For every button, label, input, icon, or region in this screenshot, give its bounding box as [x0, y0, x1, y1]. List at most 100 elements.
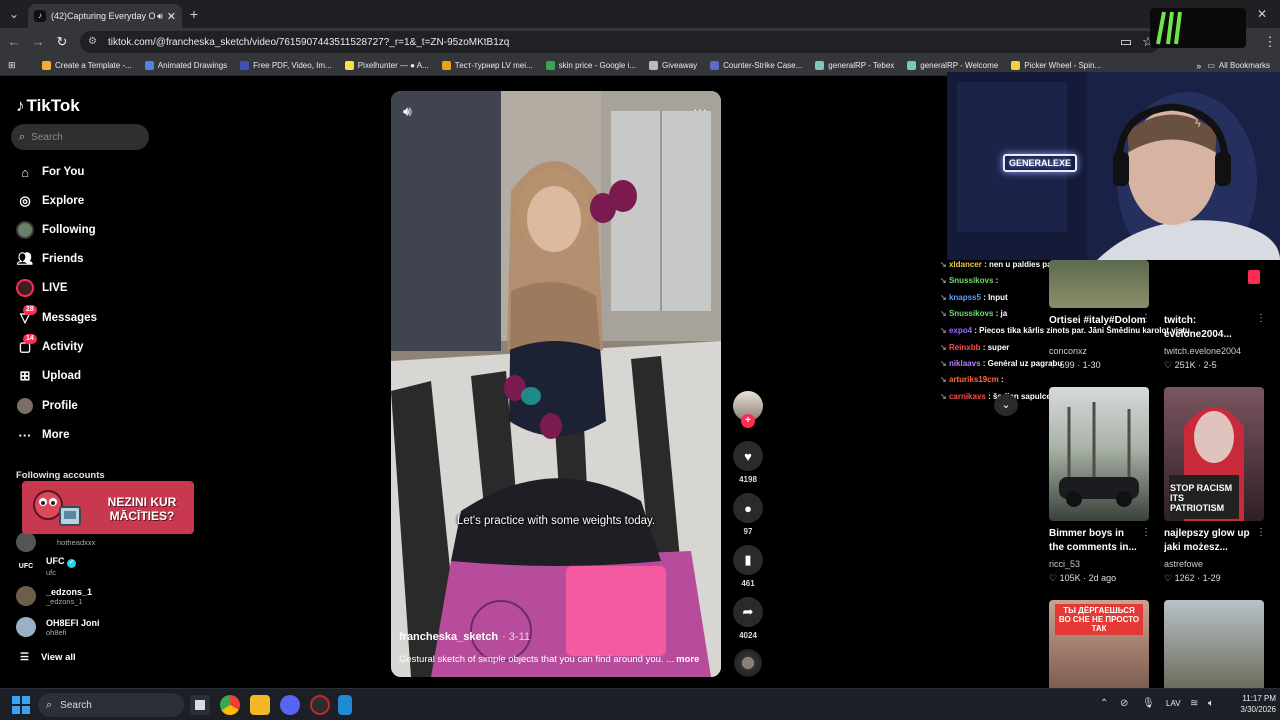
nav-friends[interactable]: 👥︎ Friends	[16, 249, 84, 269]
bookmark-item[interactable]: Animated Drawings	[144, 61, 227, 70]
card-title-ortisei[interactable]: Ortisei #italy#Dolomit#...	[1049, 314, 1145, 328]
nav-activity[interactable]: ▢ 14 Activity	[16, 334, 84, 357]
video-options-icon[interactable]: ···	[693, 101, 707, 117]
bookmark-item[interactable]: generalRP - Welcome	[907, 61, 998, 70]
video-author[interactable]: francheska_sketch · 3-11	[399, 631, 530, 643]
card-title-glowup[interactable]: najlepszy glow up jaki możesz...	[1164, 527, 1256, 557]
scroll-down-chevron-icon[interactable]: ⌄	[994, 394, 1018, 416]
taskbar-search[interactable]: ⌕ Search	[38, 693, 184, 717]
volume-tray-icon[interactable]: 🔈︎	[1208, 698, 1214, 709]
card-user-bimmer[interactable]: ricci_53	[1049, 559, 1080, 569]
nav-live[interactable]: LIVE	[16, 278, 68, 298]
svg-text:ϟ: ϟ	[1195, 118, 1201, 130]
file-explorer-icon[interactable]	[250, 695, 270, 715]
cast-icon[interactable]: ▭	[1118, 34, 1134, 50]
microphone-icon[interactable]: 🎙︎	[1142, 698, 1155, 709]
volume-icon[interactable]: 🔊︎	[403, 103, 412, 120]
browser-tab-active[interactable]: ♪ (42)Capturing Everyday Obj 🔊︎ ✕	[28, 4, 182, 28]
browser-menu-icon[interactable]: ⋮	[1262, 34, 1278, 50]
speaker-icon[interactable]: 🔊︎	[157, 11, 163, 22]
bookmark-item[interactable]: Counter-Strike Case...	[710, 61, 802, 70]
account-ufc[interactable]: UFC UFC ✓ ufc	[16, 556, 77, 577]
nav-following[interactable]: Following	[16, 220, 96, 240]
tab-search-chevron-icon[interactable]: ⌄	[6, 6, 22, 22]
chat-username[interactable]: knapss5	[949, 293, 981, 302]
back-icon[interactable]: ←	[6, 34, 22, 50]
card-options-icon[interactable]: ⋮	[1141, 527, 1151, 538]
account-oh8efi[interactable]: OH8EFI Joni oh8efi	[16, 617, 100, 637]
account-edzons[interactable]: _edzons_1 _edzons_1	[16, 586, 92, 606]
more-link[interactable]: more	[676, 654, 699, 665]
chat-username[interactable]: niklaavs	[949, 359, 981, 368]
address-bar[interactable]: ⚙ tiktok.com/@francheska_sketch/video/76…	[80, 31, 1160, 53]
thumb-evelone[interactable]	[1164, 260, 1264, 308]
card-title-evelone[interactable]: twitch: evelone2004...	[1164, 314, 1256, 342]
ad-overlay[interactable]: NEZINI KUR MĀCĪTIES?	[22, 481, 194, 534]
video-player[interactable]: 🔊︎ ··· Let's practice with some weights …	[391, 91, 721, 677]
bookmark-item[interactable]: Create a Template -...	[42, 61, 132, 70]
wifi-icon[interactable]: ≋	[1190, 698, 1198, 709]
discord-icon[interactable]	[280, 695, 300, 715]
chat-username[interactable]: xldancer	[949, 260, 982, 269]
bookmark-item[interactable]: skin price - Google i...	[545, 61, 636, 70]
bookmark-item[interactable]: Free PDF, Video, Im...	[240, 61, 332, 70]
tray-network-off-icon[interactable]: ⊘	[1120, 698, 1128, 709]
thumb-ortisei[interactable]	[1049, 260, 1149, 308]
bookmark-item[interactable]: Pixelhunter — ● A...	[344, 61, 429, 70]
card-user-ortisei[interactable]: conconxz	[1049, 346, 1087, 356]
all-bookmarks[interactable]: ▭ All Bookmarks	[1207, 61, 1270, 70]
obs-icon[interactable]	[310, 695, 330, 715]
site-info-icon[interactable]: ⚙	[88, 36, 100, 48]
bookmark-item[interactable]: Тест-турнир LV mei...	[441, 61, 533, 70]
follow-plus-icon[interactable]: +	[741, 414, 755, 428]
chat-username[interactable]: expo4	[949, 326, 972, 335]
tray-chevron-icon[interactable]: ⌃	[1100, 698, 1108, 709]
language-indicator[interactable]: LAV	[1166, 699, 1181, 708]
nav-messages[interactable]: ▽ 28 Messages	[16, 305, 97, 328]
card-title-bimmer[interactable]: Bimmer boys in the comments in...	[1049, 527, 1141, 557]
card-options-icon[interactable]: ⋮	[1256, 313, 1266, 324]
save-button[interactable]: ▮ 461	[733, 545, 763, 588]
like-button[interactable]: ♥ 4198	[733, 441, 763, 484]
account-hotheadxxx[interactable]: hotheadxxx	[16, 532, 95, 552]
view-all-link[interactable]: ☰ View all	[20, 652, 76, 663]
share-button[interactable]: ➦ 4024	[733, 597, 763, 640]
chat-username[interactable]: Snussikovs	[949, 276, 993, 285]
chat-username[interactable]: Snussikovs	[949, 309, 993, 318]
bookmarks-overflow-icon[interactable]: »	[1196, 61, 1201, 71]
card-user-glowup[interactable]: astrefowe	[1164, 559, 1203, 569]
bookmark-item[interactable]: Picker Wheel - Spin...	[1011, 61, 1101, 70]
nav-explore[interactable]: ◎ Explore	[16, 191, 84, 211]
notepad-icon[interactable]	[338, 695, 352, 715]
nav-for-you[interactable]: ⌂ For You	[16, 162, 84, 182]
close-tab-icon[interactable]: ✕	[167, 10, 176, 23]
apps-grid-icon[interactable]: ⊞	[8, 60, 22, 71]
task-view-icon[interactable]	[190, 695, 210, 715]
tiktok-logo[interactable]: ♪ TikTok	[16, 96, 80, 116]
window-close-icon[interactable]: ✕	[1254, 6, 1270, 22]
windows-start-icon[interactable]	[12, 696, 30, 714]
clock[interactable]: 11:17 PM 3/30/2026	[1222, 693, 1276, 715]
bookmark-item[interactable]: Giveaway	[649, 61, 697, 70]
nav-profile[interactable]: Profile	[16, 396, 78, 416]
reload-icon[interactable]: ↻	[54, 34, 70, 50]
bookmark-item[interactable]: generalRP - Tebex	[815, 61, 894, 70]
forward-icon[interactable]: →	[30, 34, 46, 50]
chat-username[interactable]: carnikavs	[949, 392, 986, 401]
search-input[interactable]: ⌕ Search	[11, 124, 149, 150]
thumb-sleep[interactable]: ТЫ ДЁРГАЕШЬСЯ ВО СНЕ НЕ ПРОСТО ТАК	[1049, 600, 1149, 688]
music-disc-icon[interactable]	[734, 649, 762, 677]
chrome-icon[interactable]	[220, 695, 240, 715]
thumb-glowup[interactable]: STOP RACISM ITS PATRIOTISM	[1164, 387, 1264, 521]
nav-more[interactable]: ··· More	[16, 425, 70, 445]
chat-username[interactable]: arturiks19cm	[949, 375, 999, 384]
thumb-bimmer[interactable]	[1049, 387, 1149, 521]
card-user-evelone[interactable]: twitch.evelone2004	[1164, 346, 1241, 356]
card-options-icon[interactable]: ⋮	[1256, 527, 1266, 538]
new-tab-button[interactable]: +	[186, 6, 202, 22]
comment-button[interactable]: ● 97	[733, 493, 763, 536]
card-options-icon[interactable]: ⋮	[1141, 313, 1151, 324]
nav-upload[interactable]: ⊞ Upload	[16, 366, 81, 386]
thumb-outdoor[interactable]	[1164, 600, 1264, 688]
chat-username[interactable]: Reinxbb	[949, 343, 981, 352]
